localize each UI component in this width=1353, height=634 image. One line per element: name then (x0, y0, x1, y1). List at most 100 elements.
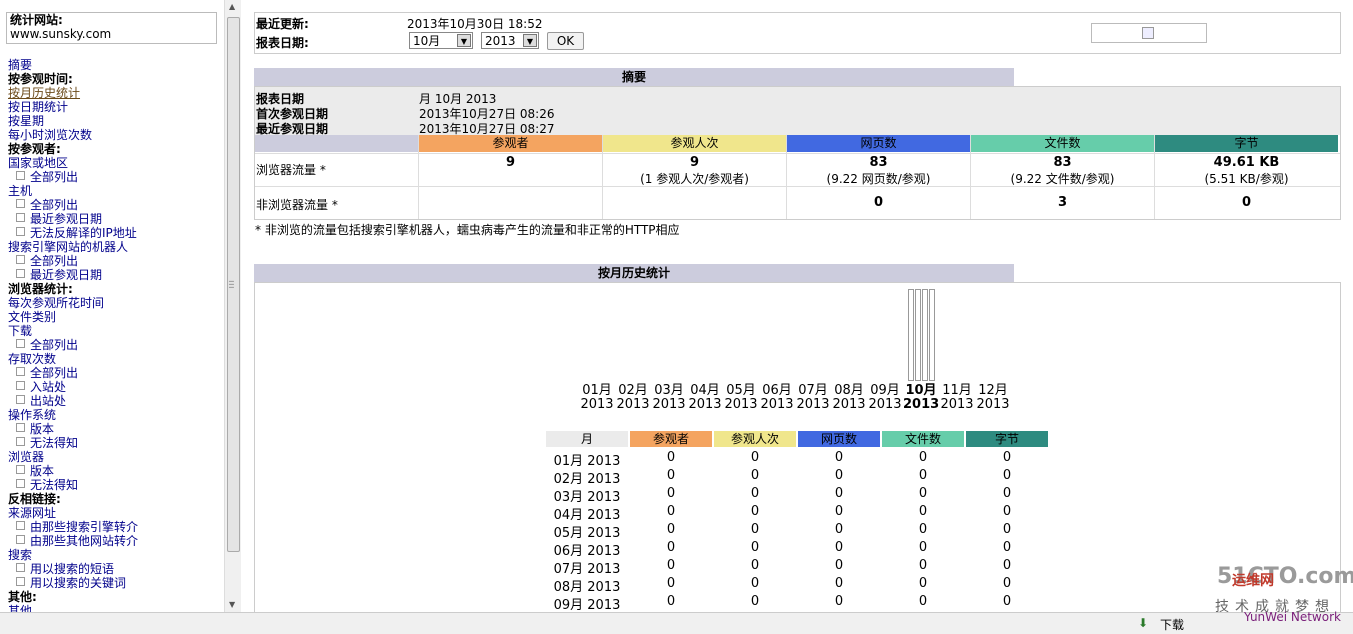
scroll-up-arrow-icon[interactable]: ▲ (229, 2, 235, 11)
sidebar-item[interactable]: 搜索引擎网站的机器人 (8, 240, 138, 254)
sidebar-link[interactable]: 其他 (8, 604, 32, 612)
sidebar-item[interactable]: 按日期统计 (8, 100, 138, 114)
sidebar-link[interactable]: 版本 (30, 422, 54, 436)
summary-col-header: 参观者 (419, 135, 602, 152)
download-icon[interactable]: ⬇ (1138, 616, 1148, 630)
sidebar-link[interactable]: 搜索 (8, 548, 32, 562)
sidebar-link[interactable]: 入站处 (30, 380, 66, 394)
sidebar-item[interactable]: 每小时浏览次数 (8, 128, 138, 142)
sidebar-link[interactable]: 每次参观所花时间 (8, 296, 104, 310)
sidebar-item[interactable]: 由那些搜索引擎转介 (8, 520, 138, 534)
month-label: 02月 2013 (615, 384, 651, 412)
sidebar-item[interactable]: 用以搜索的关键词 (8, 576, 138, 590)
sidebar-link[interactable]: 由那些搜索引擎转介 (30, 520, 138, 534)
scroll-down-arrow-icon[interactable]: ▼ (229, 600, 235, 609)
sidebar-link[interactable]: 搜索引擎网站的机器人 (8, 240, 128, 254)
sidebar-link[interactable]: 全部列出 (30, 198, 78, 212)
month-select[interactable]: 10月 ▼ (409, 32, 473, 49)
sidebar-link[interactable]: 按日期统计 (8, 100, 68, 114)
sidebar-link[interactable]: 浏览器 (8, 450, 44, 464)
square-bullet-icon (16, 269, 25, 278)
sidebar-link[interactable]: 出站处 (30, 394, 66, 408)
square-bullet-icon (16, 255, 25, 264)
sidebar-link[interactable]: 国家或地区 (8, 156, 68, 170)
sidebar-item[interactable]: 无法得知 (8, 436, 138, 450)
history-cell: 0 (834, 522, 844, 537)
history-cell: 0 (834, 558, 844, 573)
sidebar-item[interactable]: 下载 (8, 324, 138, 338)
sidebar-item[interactable]: 按月历史统计 (8, 86, 138, 100)
sidebar-link[interactable]: 无法得知 (30, 436, 78, 450)
sidebar-item[interactable]: 每次参观所花时间 (8, 296, 138, 310)
sidebar-item[interactable]: 无法得知 (8, 478, 138, 492)
sidebar-link[interactable]: 下载 (8, 324, 32, 338)
history-cell: 0 (1002, 594, 1012, 609)
sidebar-item[interactable]: 来源网址 (8, 506, 138, 520)
sidebar-link[interactable]: 最近参观日期 (30, 268, 102, 282)
sidebar-link[interactable]: 无法得知 (30, 478, 78, 492)
sidebar-link[interactable]: 全部列出 (30, 338, 78, 352)
sidebar-link[interactable]: 最近参观日期 (30, 212, 102, 226)
month-label-year: 2013 (940, 397, 974, 412)
sidebar-item[interactable]: 全部列出 (8, 338, 138, 352)
sidebar-item[interactable]: 最近参观日期 (8, 212, 138, 226)
sidebar-item[interactable]: 出站处 (8, 394, 138, 408)
sidebar-item[interactable]: 无法反解译的IP地址 (8, 226, 138, 240)
sidebar-link[interactable]: 摘要 (8, 58, 32, 72)
sidebar-item[interactable]: 摘要 (8, 58, 138, 72)
history-cell: 0 (750, 558, 760, 573)
sidebar-item[interactable]: 国家或地区 (8, 156, 138, 170)
sidebar-item[interactable]: 全部列出 (8, 254, 138, 268)
year-select[interactable]: 2013 ▼ (481, 32, 539, 49)
sidebar-link[interactable]: 版本 (30, 464, 54, 478)
sidebar-item[interactable]: 最近参观日期 (8, 268, 138, 282)
sidebar-link[interactable]: 全部列出 (30, 366, 78, 380)
sidebar-item[interactable]: 按星期 (8, 114, 138, 128)
sidebar-item[interactable]: 版本 (8, 422, 138, 436)
history-cell: 0 (666, 540, 676, 555)
history-cell: 08月 2013 (553, 580, 621, 595)
sidebar-item[interactable]: 入站处 (8, 380, 138, 394)
summary-col-header: 网页数 (787, 135, 970, 152)
sidebar-item[interactable]: 用以搜索的短语 (8, 562, 138, 576)
chevron-down-icon[interactable]: ▼ (523, 34, 537, 47)
sidebar-link[interactable]: 全部列出 (30, 254, 78, 268)
sidebar-link[interactable]: 主机 (8, 184, 32, 198)
browser-value: 9 (505, 155, 516, 170)
month-label-year: 2013 (976, 397, 1010, 412)
square-bullet-icon (16, 339, 25, 348)
chevron-down-icon[interactable]: ▼ (457, 34, 471, 47)
sidebar-item[interactable]: 存取次数 (8, 352, 138, 366)
sidebar-item[interactable]: 版本 (8, 464, 138, 478)
sidebar-link[interactable]: 按月历史统计 (8, 86, 80, 100)
sidebar-item[interactable]: 主机 (8, 184, 138, 198)
sidebar-item[interactable]: 由那些其他网站转介 (8, 534, 138, 548)
sidebar-link[interactable]: 全部列出 (30, 170, 78, 184)
sidebar-item[interactable]: 全部列出 (8, 170, 138, 184)
sidebar-item[interactable]: 全部列出 (8, 198, 138, 212)
sidebar-link[interactable]: 用以搜索的短语 (30, 562, 114, 576)
history-cell: 0 (1002, 540, 1012, 555)
history-cell: 0 (834, 576, 844, 591)
sidebar-link[interactable]: 按星期 (8, 114, 44, 128)
sidebar-link[interactable]: 来源网址 (8, 506, 56, 520)
history-cell: 0 (1002, 522, 1012, 537)
ok-button[interactable]: OK (547, 32, 584, 50)
month-label-year: 2013 (580, 397, 614, 412)
sidebar-link[interactable]: 每小时浏览次数 (8, 128, 92, 142)
sidebar-item[interactable]: 搜索 (8, 548, 138, 562)
sidebar-link[interactable]: 用以搜索的关键词 (30, 576, 126, 590)
download-label[interactable]: 下载 (1160, 616, 1184, 633)
sidebar-link[interactable]: 由那些其他网站转介 (30, 534, 138, 548)
history-cell: 0 (918, 594, 928, 609)
sidebar-link[interactable]: 存取次数 (8, 352, 56, 366)
sidebar-item[interactable]: 浏览器 (8, 450, 138, 464)
sidebar-scrollbar[interactable]: ▲ ─ ─ ─ ▼ (224, 0, 241, 612)
sidebar-link[interactable]: 文件类别 (8, 310, 56, 324)
sidebar-item[interactable]: 其他 (8, 604, 138, 612)
sidebar-item[interactable]: 操作系统 (8, 408, 138, 422)
sidebar-link[interactable]: 无法反解译的IP地址 (30, 226, 137, 240)
sidebar-item[interactable]: 全部列出 (8, 366, 138, 380)
sidebar-item[interactable]: 文件类别 (8, 310, 138, 324)
sidebar-link[interactable]: 操作系统 (8, 408, 56, 422)
